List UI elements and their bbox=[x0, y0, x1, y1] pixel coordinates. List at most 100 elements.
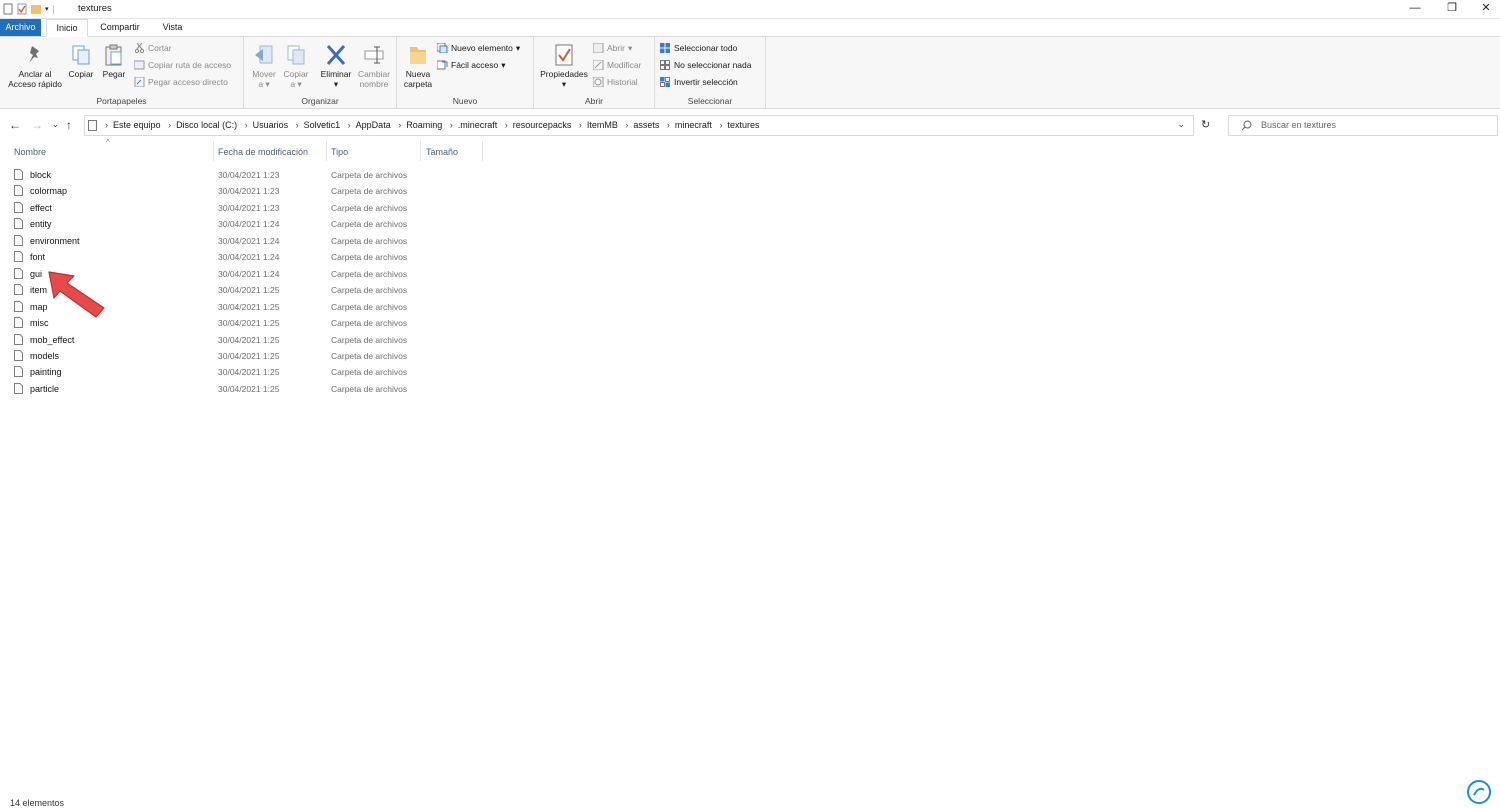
check-qa-icon[interactable] bbox=[17, 3, 27, 15]
file-icon bbox=[14, 317, 23, 328]
list-item[interactable]: particle 30/04/2021 1:25 Carpeta de archiv… bbox=[14, 381, 484, 397]
refresh-icon[interactable]: ↻ bbox=[1201, 118, 1210, 132]
column-divider[interactable] bbox=[213, 141, 214, 161]
column-type[interactable]: Tipo bbox=[331, 143, 348, 161]
file-date: 30/04/2021 1:24 bbox=[218, 236, 280, 246]
breadcrumb-item[interactable]: Solvetic1 bbox=[304, 120, 341, 130]
folder-qa-icon[interactable] bbox=[31, 3, 41, 15]
file-date: 30/04/2021 1:25 bbox=[218, 335, 280, 345]
paste-icon bbox=[105, 44, 122, 66]
open-icon bbox=[593, 43, 604, 53]
recent-locations-icon[interactable]: ⌄ bbox=[52, 118, 59, 132]
open-button[interactable]: Abrir ▾ bbox=[593, 42, 632, 54]
breadcrumb-item[interactable]: Roaming bbox=[406, 120, 442, 130]
column-divider[interactable] bbox=[482, 141, 483, 161]
paste-shortcut-icon bbox=[134, 77, 145, 87]
select-group: Seleccionar todo No seleccionar nada Inv… bbox=[655, 37, 766, 108]
edit-button[interactable]: Modificar bbox=[593, 59, 641, 71]
status-item-count: 14 elementos bbox=[10, 798, 65, 808]
invert-selection-button[interactable]: Invertir selección bbox=[660, 76, 738, 88]
history-button[interactable]: Historial bbox=[593, 76, 638, 88]
file-type: Carpeta de archivos bbox=[331, 367, 408, 377]
list-item[interactable]: font 30/04/2021 1:24 Carpeta de archivos bbox=[14, 249, 484, 265]
close-button[interactable]: ✕ bbox=[1466, 0, 1500, 18]
copy-to-button[interactable]: Copiar a ▾ bbox=[280, 43, 312, 89]
paste-shortcut-button[interactable]: Pegar acceso directo bbox=[134, 76, 228, 88]
breadcrumb-item[interactable]: AppData bbox=[356, 120, 391, 130]
minimize-button[interactable]: — bbox=[1395, 0, 1435, 18]
breadcrumb-item[interactable]: assets bbox=[633, 120, 659, 130]
organize-group-label: Organizar bbox=[301, 96, 339, 106]
file-icon bbox=[14, 301, 23, 312]
list-item[interactable]: effect 30/04/2021 1:23 Carpeta de archivos bbox=[14, 200, 484, 216]
new-item-button[interactable]: Nuevo elemento ▾ bbox=[437, 42, 520, 54]
file-name: item bbox=[30, 285, 48, 295]
list-item[interactable]: colormap 30/04/2021 1:23 Carpeta de archiv… bbox=[14, 183, 484, 199]
back-arrow-icon[interactable]: ← bbox=[9, 118, 21, 132]
list-item[interactable]: painting 30/04/2021 1:25 Carpeta de archiv… bbox=[14, 364, 484, 380]
file-date: 30/04/2021 1:25 bbox=[218, 351, 280, 361]
copy-button[interactable]: Copiar bbox=[66, 43, 96, 79]
select-group-label: Seleccionar bbox=[687, 96, 733, 106]
new-item-label: Nuevo elemento bbox=[451, 43, 513, 53]
copy-path-icon bbox=[134, 60, 145, 70]
breadcrumb-item[interactable]: Usuarios bbox=[253, 120, 289, 130]
move-to-button[interactable]: Mover a ▾ bbox=[248, 43, 280, 89]
list-item[interactable]: block 30/04/2021 1:23 Carpeta de archivos bbox=[14, 167, 484, 183]
properties-button[interactable]: Propiedades ▾ bbox=[537, 43, 591, 89]
column-size[interactable]: Tamaño bbox=[426, 143, 458, 161]
pin-label-1: Anclar al bbox=[18, 69, 52, 79]
breadcrumb-item[interactable]: minecraft bbox=[675, 120, 712, 130]
rename-button[interactable]: Cambiar nombre bbox=[356, 43, 392, 89]
search-input[interactable]: Buscar en textures bbox=[1228, 115, 1498, 136]
breadcrumb-item[interactable]: Disco local (C:) bbox=[176, 120, 237, 130]
up-arrow-icon[interactable]: ↑ bbox=[66, 118, 72, 132]
breadcrumb-item[interactable]: ItemMB bbox=[587, 120, 618, 130]
breadcrumb-item[interactable]: textures bbox=[727, 120, 759, 130]
file-name: particle bbox=[30, 384, 60, 394]
delete-button[interactable]: Eliminar ▾ bbox=[318, 43, 354, 89]
column-divider[interactable] bbox=[326, 141, 327, 161]
properties-qa-icon[interactable] bbox=[3, 3, 13, 15]
list-item[interactable]: environment 30/04/2021 1:24 Carpeta de arc… bbox=[14, 233, 484, 249]
forward-arrow-icon[interactable]: → bbox=[31, 118, 43, 132]
list-item[interactable]: mob_effect 30/04/2021 1:25 Carpeta de arch… bbox=[14, 332, 484, 348]
annotation-arrow-icon bbox=[48, 271, 105, 318]
invert-selection-icon bbox=[660, 77, 670, 87]
column-name[interactable]: Nombre bbox=[14, 143, 46, 161]
list-item[interactable]: entity 30/04/2021 1:24 Carpeta de archivos bbox=[14, 216, 484, 232]
tab-home[interactable]: Inicio bbox=[46, 19, 88, 37]
address-dropdown-icon[interactable]: ⌄ bbox=[1177, 119, 1185, 130]
breadcrumb-item[interactable]: resourcepacks bbox=[513, 120, 572, 130]
file-icon bbox=[14, 268, 23, 279]
file-icon bbox=[14, 350, 23, 361]
file-date: 30/04/2021 1:25 bbox=[218, 384, 280, 394]
file-name: gui bbox=[30, 269, 43, 279]
organize-group: Mover a ▾ Copiar a ▾ Eliminar ▾ Cambiar n… bbox=[244, 37, 397, 108]
breadcrumb: › Este equipo › Disco local (C:) › Usuarios… bbox=[105, 120, 760, 130]
select-all-button[interactable]: Seleccionar todo bbox=[660, 42, 737, 54]
cut-button[interactable]: Cortar bbox=[134, 42, 172, 54]
qa-dropdown-icon[interactable]: ▾ bbox=[45, 5, 49, 13]
cut-label: Cortar bbox=[148, 43, 172, 53]
easy-access-button[interactable]: Fácil acceso ▾ bbox=[437, 59, 506, 71]
file-icon bbox=[14, 235, 23, 246]
move-to-icon bbox=[255, 45, 273, 64]
address-field[interactable]: › Este equipo › Disco local (C:) › Usuarios… bbox=[84, 115, 1194, 136]
copy-path-button[interactable]: Copiar ruta de acceso bbox=[134, 59, 231, 71]
file-date: 30/04/2021 1:25 bbox=[218, 318, 280, 328]
tab-view[interactable]: Vista bbox=[155, 19, 190, 36]
breadcrumb-item[interactable]: .minecraft bbox=[458, 120, 498, 130]
list-item[interactable]: models 30/04/2021 1:25 Carpeta de archivos bbox=[14, 348, 484, 364]
file-type: Carpeta de archivos bbox=[331, 219, 408, 229]
paste-button[interactable]: Pegar bbox=[99, 43, 129, 79]
column-divider[interactable] bbox=[420, 141, 421, 161]
tab-share[interactable]: Compartir bbox=[93, 19, 147, 36]
tab-file[interactable]: Archivo bbox=[0, 19, 41, 36]
pin-quick-access-button[interactable]: Anclar al Acceso rápido bbox=[4, 43, 66, 89]
column-date[interactable]: Fecha de modificación bbox=[218, 143, 308, 161]
copy-to-label-1: Copiar bbox=[283, 69, 309, 79]
select-none-button[interactable]: No seleccionar nada bbox=[660, 59, 752, 71]
new-folder-button[interactable]: Nueva carpeta bbox=[400, 43, 436, 89]
breadcrumb-item[interactable]: Este equipo bbox=[113, 120, 161, 130]
